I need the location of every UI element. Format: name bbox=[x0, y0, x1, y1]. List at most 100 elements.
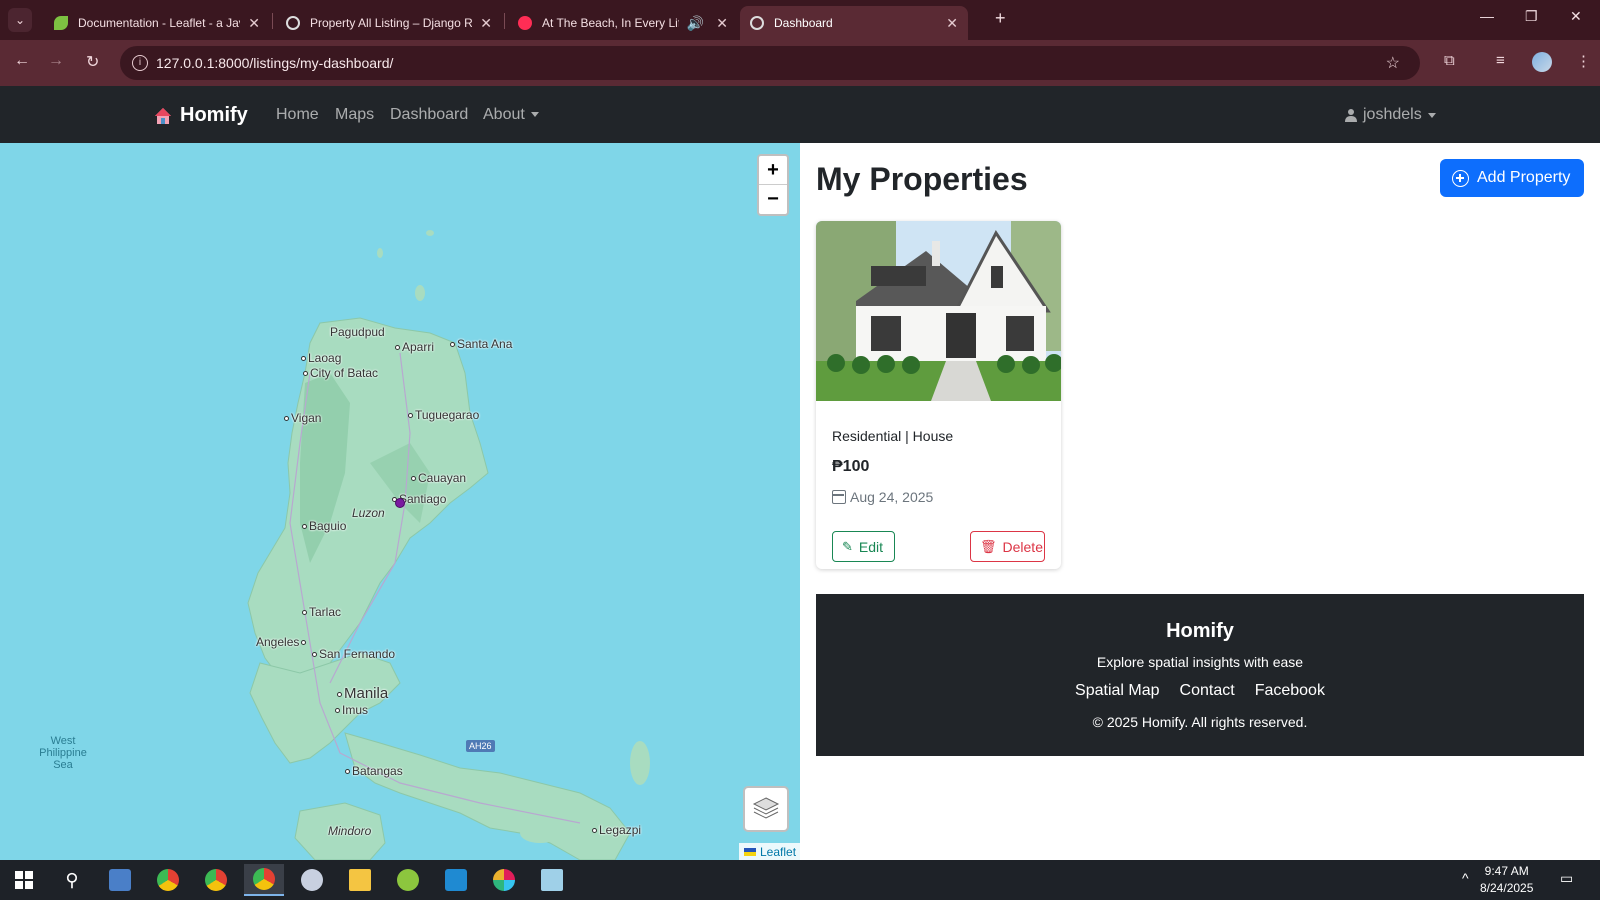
taskbar-app-notes[interactable] bbox=[532, 864, 572, 896]
close-window-icon[interactable]: ✕ bbox=[1570, 8, 1582, 25]
map-label-manila: Manila bbox=[337, 685, 388, 702]
extensions-icon[interactable]: ⧉ bbox=[1444, 52, 1455, 69]
taskbar-app-weather[interactable] bbox=[292, 864, 332, 896]
taskbar-app-slack[interactable] bbox=[484, 864, 524, 896]
leaflet-map[interactable]: Pagudpud Aparri Santa Ana Laoag City of … bbox=[0, 143, 800, 860]
footer-copyright: © 2025 Homify. All rights reserved. bbox=[1092, 714, 1308, 730]
edit-button[interactable]: ✎ Edit bbox=[832, 531, 895, 562]
property-date: Aug 24, 2025 bbox=[832, 489, 933, 505]
notifications-icon[interactable]: ▭ bbox=[1560, 870, 1573, 887]
page-footer: Homify Explore spatial insights with eas… bbox=[816, 594, 1584, 756]
tab-separator bbox=[272, 13, 273, 29]
nav-home[interactable]: Home bbox=[276, 106, 319, 124]
footer-title: Homify bbox=[1166, 620, 1234, 642]
tab-separator bbox=[504, 13, 505, 29]
site-info-icon[interactable]: i bbox=[132, 55, 148, 71]
property-price: ₱100 bbox=[832, 458, 870, 475]
property-photo[interactable] bbox=[816, 221, 1061, 401]
browser-tab-leaflet[interactable]: Documentation - Leaflet - a JavaScript l… bbox=[44, 6, 270, 40]
browser-tab-dashboard[interactable]: Dashboard ✕ bbox=[740, 6, 968, 40]
map-label-laoag: Laoag bbox=[301, 351, 341, 365]
start-button[interactable] bbox=[4, 864, 44, 896]
map-label-vigan: Vigan bbox=[284, 411, 321, 425]
folder-icon bbox=[349, 869, 371, 891]
calendar-icon bbox=[832, 490, 846, 504]
map-label-aparri: Aparri bbox=[395, 340, 434, 354]
delete-button[interactable]: 🗑 Delete bbox=[970, 531, 1045, 562]
slack-icon bbox=[493, 869, 515, 891]
zoom-out-button[interactable]: − bbox=[759, 185, 787, 214]
notes-icon bbox=[541, 869, 563, 891]
property-card: Residential | House ₱100 Aug 24, 2025 ✎ … bbox=[816, 221, 1061, 569]
map-label-angeles: Angeles bbox=[256, 635, 308, 649]
footer-link-contact[interactable]: Contact bbox=[1180, 682, 1235, 700]
media-control-icon[interactable]: ≡ bbox=[1496, 52, 1505, 69]
bookmark-star-icon[interactable]: ☆ bbox=[1386, 53, 1400, 73]
plus-circle-icon bbox=[1452, 169, 1469, 187]
close-tab-icon[interactable]: ✕ bbox=[946, 15, 958, 32]
speaker-icon[interactable]: 🔊 bbox=[687, 15, 704, 32]
taskbar-app-explorer[interactable] bbox=[340, 864, 380, 896]
page-title: My Properties bbox=[816, 161, 1028, 197]
chevron-down-icon bbox=[530, 112, 539, 118]
computer-icon bbox=[109, 869, 131, 891]
tab-search-chevron-icon[interactable]: ⌄ bbox=[8, 8, 32, 32]
footer-link-facebook[interactable]: Facebook bbox=[1255, 682, 1325, 700]
weather-icon bbox=[301, 869, 323, 891]
zoom-in-button[interactable]: + bbox=[759, 156, 787, 185]
reload-icon[interactable]: ↻ bbox=[86, 52, 99, 72]
taskbar-app-chrome-1[interactable] bbox=[148, 864, 188, 896]
map-attribution[interactable]: Leaflet bbox=[739, 843, 800, 860]
back-arrow-icon[interactable]: ← bbox=[14, 52, 30, 70]
youtube-favicon-icon bbox=[518, 16, 532, 30]
close-tab-icon[interactable]: ✕ bbox=[716, 15, 728, 32]
minimize-icon[interactable]: — bbox=[1480, 8, 1494, 24]
forward-arrow-icon[interactable]: → bbox=[48, 52, 64, 70]
attribution-link[interactable]: Leaflet bbox=[760, 845, 796, 859]
address-bar[interactable]: i 127.0.0.1:8000/listings/my-dashboard/ … bbox=[120, 46, 1420, 80]
close-tab-icon[interactable]: ✕ bbox=[248, 15, 260, 32]
layers-control-button[interactable] bbox=[743, 786, 789, 832]
house-photo-image bbox=[816, 221, 1061, 401]
nav-dashboard[interactable]: Dashboard bbox=[390, 106, 468, 124]
profile-avatar[interactable] bbox=[1532, 52, 1552, 72]
new-tab-button[interactable]: + bbox=[995, 8, 1006, 29]
chevron-down-icon bbox=[1427, 112, 1436, 118]
map-label-tuguegarao: Tuguegarao bbox=[408, 408, 479, 422]
taskbar-app-chrome-active[interactable] bbox=[244, 864, 284, 896]
ukraine-flag-icon bbox=[744, 847, 756, 856]
taskbar-app-qgis[interactable] bbox=[388, 864, 428, 896]
clock-time: 9:47 AM bbox=[1484, 864, 1529, 878]
tray-chevron-up-icon[interactable]: ^ bbox=[1462, 870, 1469, 886]
edit-label: Edit bbox=[858, 538, 884, 555]
nav-maps[interactable]: Maps bbox=[335, 106, 374, 124]
brand-link[interactable]: Homify bbox=[154, 104, 248, 127]
restore-icon[interactable]: ❐ bbox=[1525, 8, 1538, 25]
vscode-icon bbox=[445, 869, 467, 891]
map-label-sea: West Philippine Sea bbox=[39, 735, 87, 771]
add-property-label: Add Property bbox=[1477, 169, 1571, 186]
property-marker[interactable] bbox=[395, 498, 405, 508]
globe-favicon-icon bbox=[750, 16, 764, 30]
add-property-button[interactable]: Add Property bbox=[1440, 159, 1584, 197]
nav-about-label: About bbox=[483, 106, 525, 123]
map-label-city-of-batac: City of Batac bbox=[303, 366, 378, 380]
user-dropdown[interactable]: joshdels bbox=[1345, 106, 1436, 124]
map-label-tarlac: Tarlac bbox=[302, 605, 341, 619]
taskbar-app-vscode[interactable] bbox=[436, 864, 476, 896]
taskbar-app-chrome-2[interactable] bbox=[196, 864, 236, 896]
taskbar-app-pc[interactable] bbox=[100, 864, 140, 896]
close-tab-icon[interactable]: ✕ bbox=[480, 15, 492, 32]
map-label-pagudpud: Pagudpud bbox=[330, 325, 385, 339]
property-type: Residential | House bbox=[832, 428, 954, 444]
leaflet-favicon-icon bbox=[54, 16, 68, 30]
browser-menu-icon[interactable]: ⋮ bbox=[1576, 52, 1591, 70]
search-icon[interactable]: ⚲ bbox=[52, 864, 92, 896]
nav-about-dropdown[interactable]: About bbox=[483, 106, 539, 124]
footer-link-spatial-map[interactable]: Spatial Map bbox=[1075, 682, 1160, 700]
browser-tab-youtube[interactable]: At The Beach, In Every Life - YouTube 🔊 … bbox=[508, 6, 738, 40]
browser-tab-django[interactable]: Property All Listing – Django REST frame… bbox=[276, 6, 502, 40]
footer-links: Spatial Map Contact Facebook bbox=[816, 682, 1584, 700]
road-shield: AH26 bbox=[466, 740, 495, 752]
taskbar-clock[interactable]: 9:47 AM 8/24/2025 bbox=[1480, 863, 1533, 897]
